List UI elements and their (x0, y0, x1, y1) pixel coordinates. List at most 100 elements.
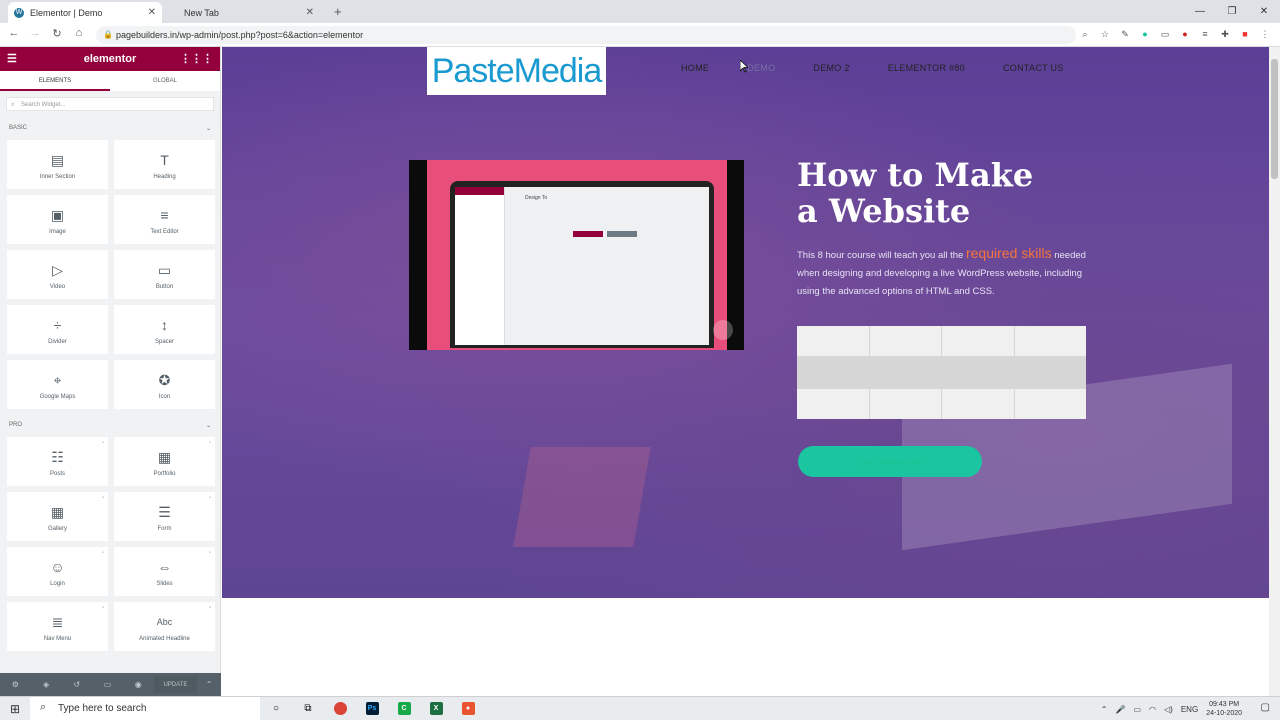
history-icon[interactable]: ↺ (61, 680, 92, 689)
chrome-icon[interactable] (324, 697, 356, 721)
nav-demo[interactable]: DEMO (747, 63, 775, 73)
cast-icon[interactable]: ▭ (1158, 27, 1172, 41)
nav-contact-us[interactable]: CONTACT US (1003, 63, 1064, 73)
tab-elements[interactable]: ELEMENTS (0, 71, 110, 91)
nav-elementor-80[interactable]: ELEMENTOR #80 (888, 63, 965, 73)
search-icon: ⌕ (40, 700, 47, 713)
cortana-icon[interactable]: ○ (260, 697, 292, 721)
settings-icon[interactable]: ⚙ (0, 680, 31, 689)
hamburger-menu-icon[interactable]: ☰ (7, 52, 17, 65)
close-window-icon[interactable]: ✕ (1248, 0, 1280, 22)
address-bar: ← → ↻ ⌂ 🔒 pagebuilders.in/wp-admin/post.… (0, 23, 1280, 47)
update-button[interactable]: UPDATE (153, 676, 198, 693)
task-view-icon[interactable]: ⧉ (292, 697, 324, 721)
restore-icon[interactable]: ❐ (1216, 0, 1248, 22)
microphone-icon[interactable]: 🎤 (1116, 705, 1126, 714)
panel-header: ☰ elementor ⋮⋮⋮ (0, 47, 220, 71)
recorder-icon[interactable]: ● (452, 697, 484, 721)
bookmark-star-icon[interactable]: ☆ (1098, 27, 1112, 41)
back-icon[interactable]: ← (6, 27, 22, 39)
section-title: BASIC (9, 125, 28, 131)
widget-button[interactable]: ▭ Button (114, 250, 215, 299)
widget-video[interactable]: ▷ Video (7, 250, 108, 299)
clock[interactable]: 09:43 PM 24-10-2020 (1206, 700, 1242, 718)
widget-icon[interactable]: ✪ Icon (114, 360, 215, 409)
widget-text-editor[interactable]: ≡ Text Editor (114, 195, 215, 244)
widget-slides[interactable]: ▪ ⇔ Slides (114, 547, 215, 596)
widget-inner-section[interactable]: ▤ Inner Section (7, 140, 108, 189)
widget-posts[interactable]: ▪ ☷ Posts (7, 437, 108, 486)
zoom-icon[interactable]: ⌕ (1078, 27, 1092, 41)
close-icon[interactable]: ✕ (148, 7, 156, 18)
profile-ext-icon[interactable]: ● (1178, 27, 1192, 41)
widgets-grid-icon[interactable]: ⋮⋮⋮ (180, 52, 213, 65)
new-tab-button[interactable]: + (334, 4, 342, 19)
photoshop-icon[interactable]: Ps (356, 697, 388, 721)
network-icon[interactable]: ▭ (1133, 705, 1141, 714)
widget-spacer[interactable]: ↕ Spacer (114, 305, 215, 354)
widget-google-maps[interactable]: ⌖ Google Maps (7, 360, 108, 409)
chevron-up-icon[interactable]: ⌃ (197, 680, 221, 689)
hero-section: PasteMedia HOME DEMO DEMO 2 ELEMENTOR #8… (222, 47, 1269, 598)
eyedropper-icon[interactable]: ✎ (1118, 27, 1132, 41)
tab-new-tab[interactable]: New Tab ✕ (162, 2, 320, 23)
language-indicator[interactable]: ENG (1181, 705, 1198, 714)
notification-icon[interactable]: ▢ (1261, 702, 1270, 713)
widget-image[interactable]: ▣ Image (7, 195, 108, 244)
excel-icon[interactable]: X (420, 697, 452, 721)
grammarly-icon[interactable]: ● (1138, 27, 1152, 41)
minimize-icon[interactable]: — (1184, 0, 1216, 22)
navigator-icon[interactable]: ◈ (31, 680, 62, 689)
reload-icon[interactable]: ↻ (49, 27, 65, 40)
table-cell (1014, 388, 1086, 419)
site-preview: PasteMedia HOME DEMO DEMO 2 ELEMENTOR #8… (222, 47, 1269, 687)
preview-eye-icon[interactable]: ◉ (123, 680, 154, 689)
kebab-menu-icon[interactable]: ⋮ (1258, 27, 1272, 41)
url-input[interactable]: 🔒 pagebuilders.in/wp-admin/post.php?post… (96, 26, 1076, 44)
page-scrollbar[interactable] (1269, 47, 1280, 696)
reading-list-icon[interactable]: ≡ (1198, 27, 1212, 41)
widget-form[interactable]: ▪ ☰ Form (114, 492, 215, 541)
tab-global[interactable]: GLOBAL (110, 71, 220, 91)
basic-widgets: ▤ Inner Section T Heading ▣ Image ≡ Text… (0, 136, 220, 409)
edit-handle-icon[interactable] (713, 320, 733, 340)
nav-menu-icon: ≣ (51, 613, 64, 630)
close-icon[interactable]: ✕ (306, 7, 314, 18)
nav-demo-2[interactable]: DEMO 2 (813, 63, 849, 73)
widget-label: Nav Menu (43, 635, 72, 642)
wifi-icon[interactable]: ◠ (1149, 705, 1156, 714)
form-icon: ☰ (158, 503, 171, 520)
scrollbar-thumb[interactable] (1271, 59, 1278, 179)
chevron-up-icon[interactable]: ⌃ (1101, 705, 1108, 714)
site-logo[interactable]: PasteMedia (427, 47, 606, 95)
video-widget[interactable]: Design To (409, 160, 744, 350)
camtasia-icon[interactable]: C (388, 697, 420, 721)
volume-icon[interactable]: ◁) (1164, 705, 1173, 714)
lock-icon: ▪ (101, 495, 104, 501)
tab-elementor-demo[interactable]: W Elementor | Demo ✕ (8, 2, 162, 23)
table-cell (869, 326, 941, 357)
section-pro-header[interactable]: PRO ⌄ (0, 409, 220, 433)
search-widget-input[interactable]: ⌕ Search Widget... (6, 97, 214, 111)
puzzle-icon[interactable]: ✚ (1218, 27, 1232, 41)
widget-heading[interactable]: T Heading (114, 140, 215, 189)
get-started-button[interactable]: Get Started Now (798, 446, 982, 477)
responsive-icon[interactable]: ▭ (92, 680, 123, 689)
taskbar-search-input[interactable]: ⌕ Type here to search (30, 696, 260, 721)
widget-nav-menu[interactable]: ▪ ≣ Nav Menu (7, 602, 108, 651)
windows-start-icon[interactable]: ⊞ (0, 697, 30, 721)
home-icon[interactable]: ⌂ (71, 27, 87, 39)
widget-divider[interactable]: ÷ Divider (7, 305, 108, 354)
widget-animated-headline[interactable]: ▪ Abc Animated Headline (114, 602, 215, 651)
lock-icon: 🔒 (103, 30, 113, 39)
nav-home[interactable]: HOME (681, 63, 709, 73)
mouse-cursor-icon (740, 60, 748, 73)
widget-portfolio[interactable]: ▪ ▦ Portfolio (114, 437, 215, 486)
adblock-icon[interactable]: ■ (1238, 27, 1252, 41)
section-basic-header[interactable]: BASIC ⌄ (0, 117, 220, 136)
widget-login[interactable]: ▪ ☺ Login (7, 547, 108, 596)
divider-icon: ÷ (53, 316, 62, 333)
columns-icon: ▤ (50, 151, 65, 168)
widget-gallery[interactable]: ▪ ▦ Gallery (7, 492, 108, 541)
forward-icon[interactable]: → (27, 27, 43, 39)
